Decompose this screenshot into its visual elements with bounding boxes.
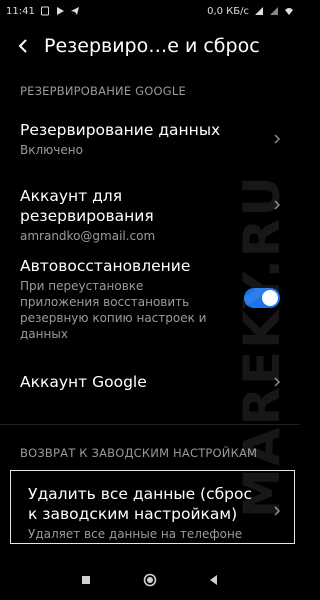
setting-factory-reset[interactable]: Удалить все данные (сброс к заводским на…	[0, 484, 300, 542]
setting-google-account[interactable]: Аккаунт Google	[0, 372, 300, 392]
circle-icon[interactable]	[140, 570, 160, 590]
setting-title: Аккаунт для резервирования	[20, 187, 154, 225]
network-speed: 0,0 КБ/с	[207, 5, 249, 17]
section-header-reset: ВОЗВРАТ К ЗАВОДСКИМ НАСТРОЙКАМ	[20, 446, 258, 460]
signal2-icon	[269, 6, 279, 16]
wifi-icon	[284, 6, 294, 16]
telegram-icon	[70, 6, 80, 16]
setting-title: Автовосстановление	[20, 257, 191, 275]
sim-icon	[40, 6, 50, 16]
section-header-google: РЕЗЕРВИРОВАНИЕ GOOGLE	[20, 84, 186, 98]
page-title: Резервиро…е и сброс	[44, 35, 260, 57]
status-time: 11:41	[6, 5, 35, 17]
setting-title: Удалить все данные (сброс к заводским на…	[28, 485, 253, 523]
chevron-right-icon	[272, 504, 282, 518]
app-bar: Резервиро…е и сброс	[0, 28, 300, 64]
setting-auto-restore[interactable]: Автовосстановление При переустановке при…	[0, 256, 300, 342]
auto-restore-toggle[interactable]	[244, 288, 280, 308]
triangle-icon[interactable]	[204, 570, 224, 590]
setting-title: Резервирование данных	[20, 121, 221, 139]
setting-backup-account[interactable]: Аккаунт для резервирования amrandko@gmai…	[0, 186, 300, 244]
play-icon	[55, 6, 65, 16]
setting-subtitle: При переустановке приложения восстановит…	[20, 279, 207, 341]
setting-subtitle: Удаляет все данные на телефоне	[28, 527, 243, 541]
chevron-right-icon	[272, 198, 282, 212]
navigation-bar	[0, 560, 300, 600]
toggle-knob	[262, 290, 278, 306]
section-divider	[0, 424, 300, 425]
status-right: 0,0 КБ/с	[207, 6, 294, 17]
status-left: 11:41	[6, 6, 80, 17]
status-bar: 11:41 0,0 КБ/с	[0, 0, 300, 22]
signal-icon	[254, 6, 264, 16]
square-icon[interactable]	[76, 570, 96, 590]
setting-title: Аккаунт Google	[20, 373, 147, 391]
setting-backup-data[interactable]: Резервирование данных Включено	[0, 120, 300, 158]
setting-subtitle: amrandko@gmail.com	[20, 229, 156, 243]
chevron-right-icon	[272, 132, 282, 146]
back-arrow-icon[interactable]	[6, 28, 42, 64]
chevron-right-icon	[272, 375, 282, 389]
setting-subtitle: Включено	[20, 143, 83, 157]
